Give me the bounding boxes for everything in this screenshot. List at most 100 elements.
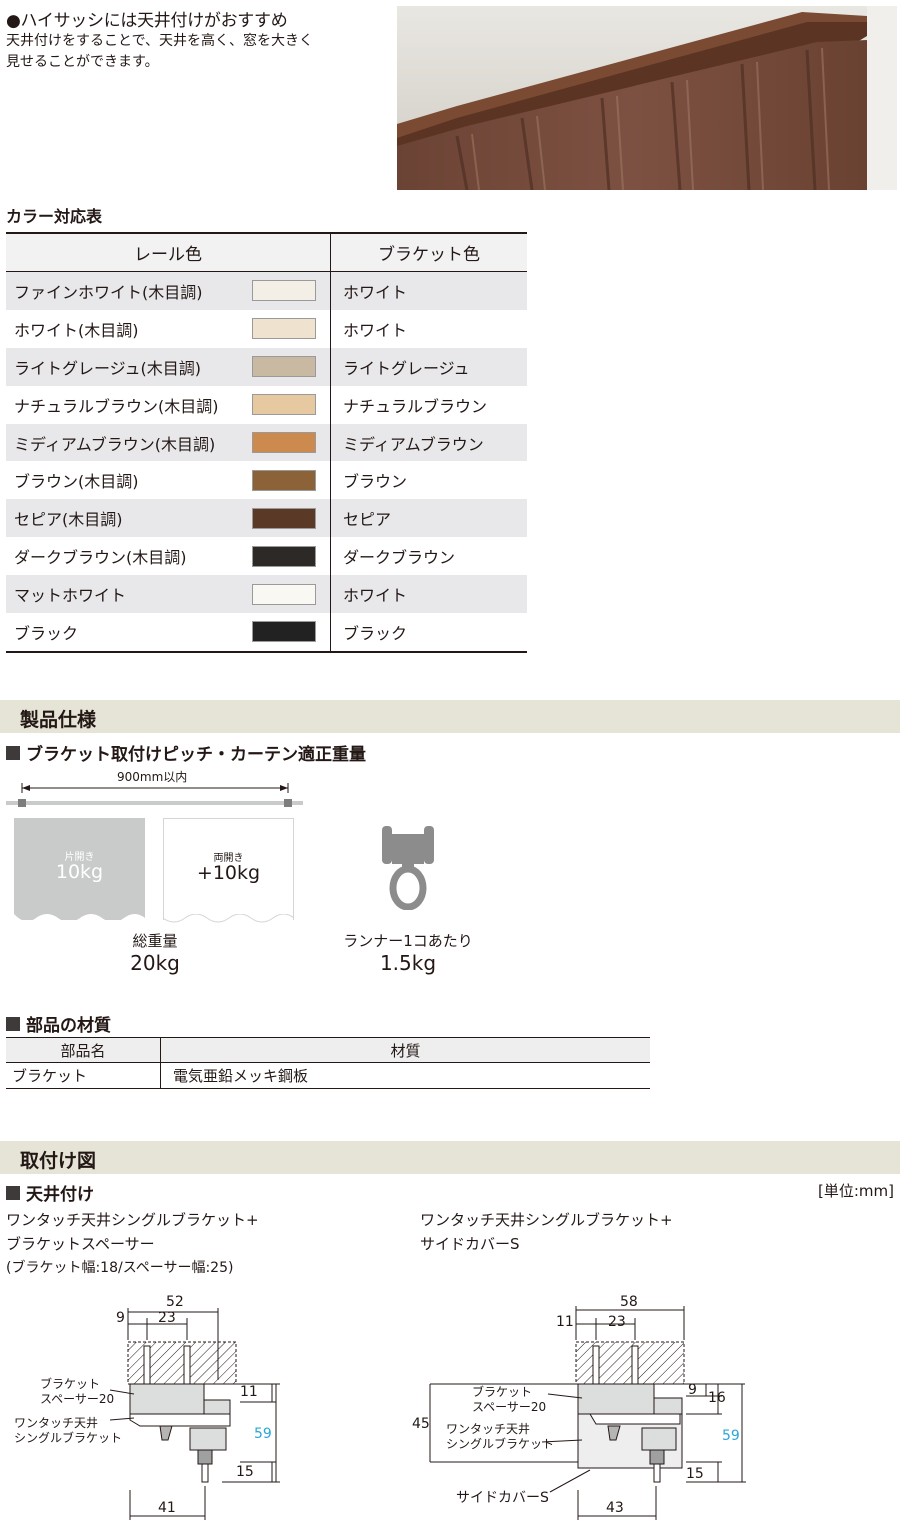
rail-color: ブラック — [14, 623, 79, 643]
bracket-color: ホワイト — [343, 320, 408, 340]
dim-58: 58 — [620, 1294, 638, 1310]
spec-section-title: 製品仕様 — [20, 709, 97, 731]
intro-body-line1: 天井付けをすることで、天井を高く、窓を大きく — [6, 33, 314, 49]
double-open-panel: 両開き +10kg — [163, 818, 294, 923]
col-bracket-header: ブラケット色 — [378, 245, 480, 265]
color-row: ホワイト(木目調) ホワイト — [6, 309, 527, 348]
dim-9: 9 — [116, 1310, 125, 1326]
label-bracket-line1: ワンタッチ天井 — [14, 1416, 98, 1430]
single-open-panel: 片開き 10kg — [14, 818, 145, 926]
color-swatch — [252, 432, 316, 453]
part-name: ブラケット — [6, 1063, 161, 1088]
color-table-title: カラー対応表 — [6, 207, 103, 226]
bracket-color: ミディアムブラウン — [343, 434, 484, 454]
color-table-header: レール色 ブラケット色 — [6, 234, 527, 272]
spec-sub-heading: ブラケット取付けピッチ・カーテン適正重量 — [6, 740, 366, 765]
materials-sub-heading: 部品の材質 — [6, 1011, 111, 1036]
color-row: ダークブラウン(木目調) ダークブラウン — [6, 537, 527, 576]
rail-color: セピア(木目調) — [14, 510, 123, 530]
square-bullet-icon — [6, 745, 20, 760]
dim-23: 23 — [608, 1314, 626, 1330]
color-swatch — [252, 469, 316, 491]
bracket-color: ブラック — [343, 623, 408, 643]
intro-heading: ●ハイサッシには天井付けがおすすめ — [6, 11, 288, 31]
unit-label: [単位:mm] — [818, 1182, 894, 1200]
rail-color: ファインホワイト(木目調) — [14, 282, 203, 302]
rail-color: ホワイト(木目調) — [14, 320, 139, 340]
runner-weight-label: ランナー1コあたり — [343, 932, 473, 950]
color-swatch — [252, 583, 316, 605]
total-weight-value: 20kg — [130, 951, 180, 975]
bracket-color: ライトグレージュ — [343, 358, 470, 378]
runner-weight: ランナー1コあたり 1.5kg — [333, 930, 483, 975]
label-bracket-line2: シングルブラケット — [446, 1436, 554, 1451]
dim-15: 15 — [686, 1466, 704, 1482]
color-swatch — [252, 318, 316, 340]
label-side-cover: サイドカバーS — [456, 1490, 549, 1506]
rail-color: マットホワイト — [14, 586, 127, 606]
label-spacer-line1: ブラケット — [40, 1376, 100, 1391]
dim-59: 59 — [254, 1426, 272, 1442]
bracket-color: セピア — [343, 510, 392, 530]
intro-body: 天井付けをすることで、天井を高く、窓を大きく 見せることができます。 — [6, 31, 366, 73]
color-swatch — [252, 621, 316, 643]
curtain-rail-photo — [397, 6, 897, 190]
bracket-color: ナチュラルブラウン — [343, 396, 488, 416]
total-weight: 総重量 20kg — [100, 930, 210, 975]
panel-one-weight: 10kg — [55, 861, 104, 883]
width-dimension-line — [6, 782, 306, 812]
materials-row: ブラケット 電気亜鉛メッキ鋼板 — [6, 1063, 650, 1088]
left-diagram-caption: ワンタッチ天井シングルブラケット+ ブラケットスペーサー (ブラケット幅:18/… — [6, 1208, 259, 1280]
label-spacer-line1: ブラケット — [472, 1384, 532, 1399]
runner-icon — [380, 826, 436, 914]
dim-15: 15 — [236, 1464, 254, 1480]
install-section-title: 取付け図 — [20, 1150, 97, 1172]
install-section-bar: 取付け図 — [0, 1141, 900, 1174]
color-row: ライトグレージュ(木目調) ライトグレージュ — [6, 347, 527, 386]
label-spacer-line2: スペーサー20 — [40, 1392, 114, 1406]
color-row: マットホワイト ホワイト — [6, 575, 527, 614]
materials-table: 部品名 材質 ブラケット 電気亜鉛メッキ鋼板 — [6, 1037, 650, 1089]
color-swatch — [252, 356, 316, 378]
color-swatch — [252, 507, 316, 529]
square-bullet-icon — [6, 1016, 20, 1031]
right-caption-line1: ワンタッチ天井シングルブラケット+ — [420, 1211, 673, 1229]
square-bullet-icon — [6, 1185, 20, 1200]
dim-16: 16 — [708, 1390, 726, 1406]
dim-11: 11 — [240, 1384, 258, 1400]
col-material-header: 材質 — [390, 1041, 421, 1060]
color-swatch — [252, 545, 316, 567]
bracket-color: ブラウン — [343, 472, 408, 492]
materials-header: 部品名 材質 — [6, 1038, 650, 1063]
dim-11: 11 — [556, 1314, 574, 1330]
install-sub-heading: 天井付け — [6, 1180, 94, 1205]
rail-color: ブラウン(木目調) — [14, 472, 139, 492]
dim-43: 43 — [606, 1500, 624, 1516]
bracket-color: ホワイト — [343, 282, 408, 302]
runner-weight-value: 1.5kg — [379, 951, 437, 975]
install-sub-title: 天井付け — [26, 1185, 94, 1205]
color-row: ナチュラルブラウン(木目調) ナチュラルブラウン — [6, 385, 527, 424]
label-spacer-line2: スペーサー20 — [472, 1400, 546, 1414]
spec-sub-title: ブラケット取付けピッチ・カーテン適正重量 — [26, 745, 366, 765]
bracket-color: ホワイト — [343, 586, 408, 606]
intro-body-line2: 見せることができます。 — [6, 54, 159, 70]
right-diagram-caption: ワンタッチ天井シングルブラケット+ サイドカバーS — [420, 1208, 673, 1256]
materials-sub-title: 部品の材質 — [26, 1016, 111, 1036]
dim-41: 41 — [158, 1500, 176, 1516]
color-row: ファインホワイト(木目調) ホワイト — [6, 272, 527, 310]
color-swatch — [252, 394, 316, 416]
rail-color: ダークブラウン(木目調) — [14, 548, 187, 568]
rail-color: ライトグレージュ(木目調) — [14, 358, 202, 378]
color-row: ブラウン(木目調) ブラウン — [6, 461, 527, 500]
dim-59: 59 — [722, 1428, 740, 1444]
dim-9: 9 — [688, 1382, 697, 1398]
left-install-diagram: 52 9 23 11 59 15 41 ブラケット スペーサー20 ワンタッチ天… — [0, 1290, 300, 1529]
rail-color: ミディアムブラウン(木目調) — [14, 434, 216, 454]
color-table: レール色 ブラケット色 ファインホワイト(木目調) ホワイト ホワイト(木目調)… — [6, 232, 527, 653]
dim-52: 52 — [166, 1294, 184, 1310]
col-part-header: 部品名 — [6, 1038, 161, 1062]
dim-45: 45 — [412, 1416, 430, 1432]
right-caption-line2: サイドカバーS — [420, 1235, 520, 1253]
spec-section-bar: 製品仕様 — [0, 700, 900, 733]
